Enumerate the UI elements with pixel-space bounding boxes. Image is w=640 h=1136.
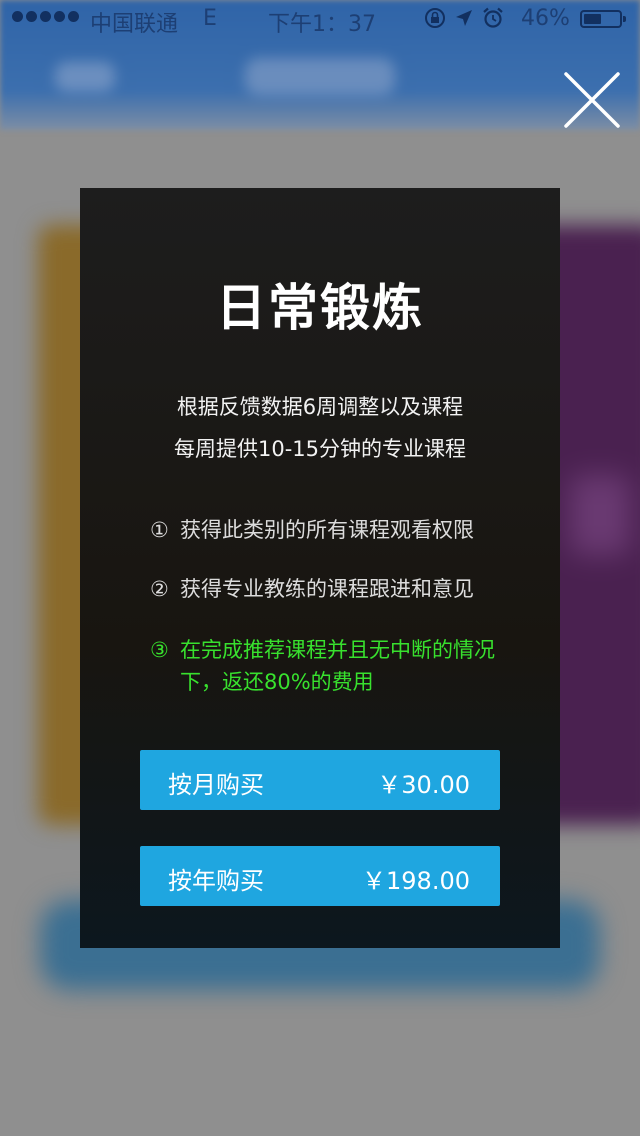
feature-item-3: ③ 在完成推荐课程并且无中断的情况下，返还80%的费用 <box>150 634 500 698</box>
signal-dots-icon <box>12 11 79 22</box>
feature-number: ③ <box>150 638 169 662</box>
feature-text: 获得专业教练的课程跟进和意见 <box>180 577 474 601</box>
buy-yearly-label: 按年购买 <box>168 867 264 895</box>
buy-monthly-price: ￥30.00 <box>377 771 470 799</box>
background-title <box>245 58 395 96</box>
feature-item-2: ② 获得专业教练的课程跟进和意见 <box>150 573 500 605</box>
close-icon[interactable] <box>562 70 622 130</box>
rotation-lock-icon <box>425 8 445 28</box>
feature-item-1: ① 获得此类别的所有课程观看权限 <box>150 514 500 546</box>
buy-monthly-label: 按月购买 <box>168 771 264 799</box>
buy-yearly-button[interactable]: 按年购买 ￥198.00 <box>140 846 500 906</box>
status-bar: 中国联通 E 下午1：37 46% <box>0 0 640 40</box>
feature-number: ① <box>150 518 169 542</box>
background-tab <box>55 62 115 92</box>
battery-icon <box>580 10 626 28</box>
carrier-name: 中国联通 <box>90 12 179 37</box>
battery-percent: 46% <box>521 6 570 31</box>
description-line-2: 每周提供10-15分钟的专业课程 <box>173 437 467 461</box>
feature-text: 在完成推荐课程并且无中断的情况下，返还80%的费用 <box>180 638 495 694</box>
network-type: E <box>203 6 217 31</box>
buy-monthly-button[interactable]: 按月购买 ￥30.00 <box>140 750 500 810</box>
feature-number: ② <box>150 577 169 601</box>
alarm-icon <box>483 7 503 28</box>
description-line-1: 根据反馈数据6周调整以及课程 <box>176 395 464 419</box>
status-time: 下午1：37 <box>268 12 376 37</box>
buy-yearly-price: ￥198.00 <box>362 867 470 895</box>
feature-text: 获得此类别的所有课程观看权限 <box>180 518 474 542</box>
location-arrow-icon <box>456 10 472 26</box>
modal-title: 日常锻炼 <box>216 279 424 337</box>
subscription-modal: 日常锻炼 根据反馈数据6周调整以及课程 每周提供10-15分钟的专业课程 ① 获… <box>80 188 560 948</box>
